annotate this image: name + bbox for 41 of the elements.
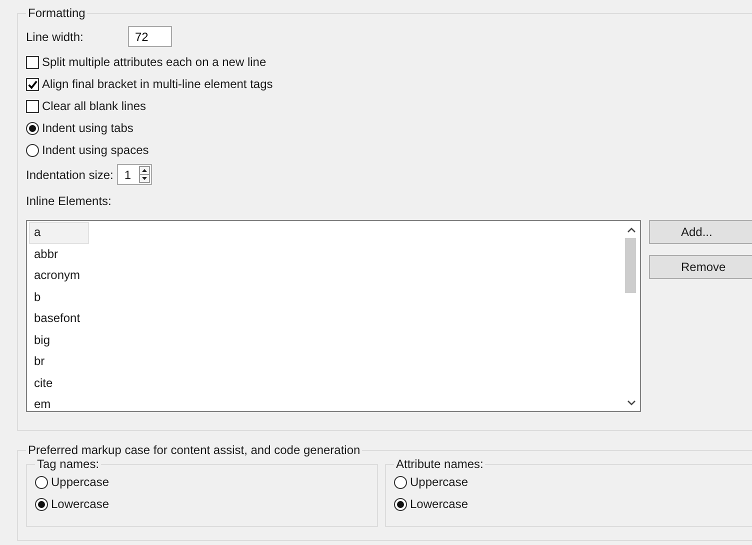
- field-label: Line width:: [26, 30, 84, 44]
- radio-button[interactable]: [35, 476, 48, 488]
- scrollbar-thumb[interactable]: [625, 238, 636, 293]
- group-title: Tag names:: [36, 457, 100, 471]
- indentation-size-spinner[interactable]: 1: [117, 164, 152, 185]
- option-label: Lowercase: [51, 497, 110, 511]
- list-item[interactable]: a: [29, 222, 89, 244]
- list-item[interactable]: em: [29, 394, 89, 411]
- group-title: Attribute names:: [395, 457, 484, 471]
- option-label: Uppercase: [410, 475, 468, 489]
- radio-button[interactable]: [26, 144, 39, 156]
- checkbox[interactable]: [26, 100, 39, 112]
- list-item[interactable]: b: [29, 286, 89, 308]
- option-label: Lowercase: [410, 497, 468, 511]
- list-button[interactable]: Remove: [649, 255, 752, 279]
- radio-button[interactable]: [26, 122, 39, 134]
- checkbox[interactable]: [26, 78, 39, 90]
- option-label: Align final bracket in multi-line element tags: [42, 77, 273, 91]
- list-item[interactable]: acronym: [29, 265, 89, 286]
- radio-button[interactable]: [394, 498, 407, 510]
- list-item[interactable]: basefont: [29, 308, 89, 330]
- option-label: Clear all blank lines: [42, 99, 146, 113]
- checkbox[interactable]: [26, 56, 39, 68]
- option-label: Indent using spaces: [42, 143, 149, 157]
- list-label: Inline Elements:: [26, 194, 112, 210]
- group-title: Preferred markup case for content assist, and code generation: [27, 443, 362, 457]
- group-title: Formatting: [27, 6, 86, 20]
- option-label: Indent using tabs: [42, 121, 134, 135]
- field-label: Indentation size:: [26, 168, 114, 182]
- list-item[interactable]: abbr: [29, 244, 89, 265]
- radio-button[interactable]: [35, 498, 48, 510]
- line-width-field[interactable]: 72: [128, 26, 172, 47]
- list-button[interactable]: Add...: [649, 220, 752, 244]
- inline-elements-list[interactable]: a abbr acronym b basefont big br cite em: [26, 220, 641, 412]
- radio-button[interactable]: [394, 476, 407, 488]
- list-item[interactable]: cite: [29, 372, 89, 394]
- list-item[interactable]: br: [29, 351, 89, 372]
- option-label: Split multiple attributes each on a new line: [42, 55, 266, 69]
- spin-arrows-icon[interactable]: [139, 166, 150, 183]
- list-item[interactable]: big: [29, 330, 89, 351]
- option-label: Uppercase: [51, 475, 110, 489]
